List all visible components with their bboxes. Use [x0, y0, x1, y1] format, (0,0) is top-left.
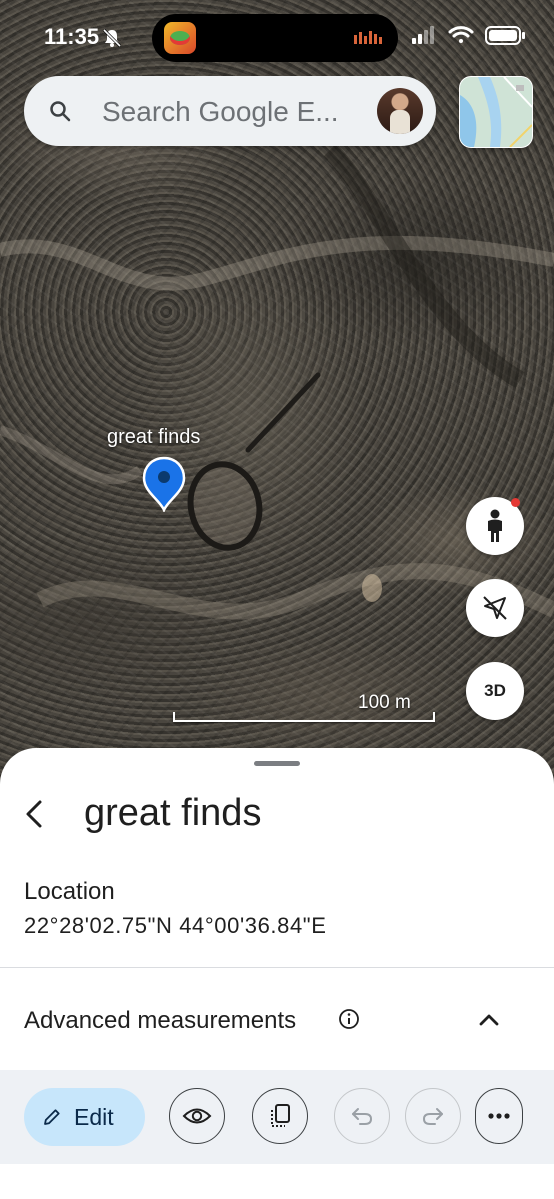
- placemark-details-sheet[interactable]: great finds Location 22°28'02.75"N 44°00…: [0, 748, 554, 1199]
- street-view-person-icon: [488, 509, 502, 542]
- dynamic-island[interactable]: [152, 14, 398, 62]
- search-bar[interactable]: Search Google E...: [24, 76, 436, 146]
- location-pin-icon[interactable]: [142, 456, 186, 512]
- back-arrow-icon[interactable]: [18, 794, 50, 834]
- signal-icon: [412, 26, 434, 44]
- street-view-button[interactable]: [466, 497, 524, 555]
- location-coordinates: 22°28'02.75"N 44°00'36.84"E: [24, 913, 327, 938]
- toggle-3d-button[interactable]: 3D: [466, 662, 524, 720]
- bell-slash-icon: [102, 28, 122, 48]
- edit-toolbar: Edit: [0, 1070, 554, 1164]
- map-layers-button[interactable]: [459, 76, 533, 148]
- undo-icon: [352, 1108, 373, 1125]
- redo-button[interactable]: [405, 1088, 461, 1144]
- edit-button[interactable]: Edit: [24, 1088, 145, 1146]
- status-bar: 11:35: [0, 0, 554, 70]
- search-input[interactable]: Search Google E...: [102, 96, 339, 128]
- undo-button[interactable]: [334, 1088, 390, 1144]
- map-thumbnail-icon: [460, 77, 532, 147]
- divider: [0, 967, 554, 968]
- avatar[interactable]: [377, 88, 423, 134]
- wifi-icon: [448, 26, 474, 43]
- sheet-drag-handle[interactable]: [254, 761, 300, 766]
- now-playing-app-icon: [164, 22, 196, 54]
- redo-icon: [422, 1108, 443, 1125]
- advanced-measurements-label[interactable]: Advanced measurements: [24, 1007, 296, 1035]
- chevron-up-icon[interactable]: [476, 1010, 502, 1030]
- clock: 11:35: [44, 24, 100, 49]
- compass-button[interactable]: [466, 579, 524, 637]
- more-icon: [488, 1113, 510, 1119]
- placemark-label[interactable]: great finds: [107, 426, 200, 449]
- location-label: Location: [24, 878, 115, 905]
- visibility-button[interactable]: [169, 1088, 225, 1144]
- more-options-button[interactable]: [475, 1088, 523, 1144]
- edit-button-label: Edit: [74, 1103, 114, 1130]
- compass-off-icon: [483, 596, 507, 620]
- info-icon[interactable]: [338, 1008, 360, 1030]
- scale-bar: [173, 712, 435, 722]
- search-icon: [50, 101, 71, 122]
- system-status-icons: [412, 26, 525, 45]
- copy-icon: [271, 1104, 290, 1127]
- audio-waveform-icon: [354, 31, 382, 44]
- duplicate-button[interactable]: [252, 1088, 308, 1144]
- scale-label: 100 m: [358, 692, 411, 713]
- placemark-title: great finds: [84, 792, 262, 834]
- battery-icon: [485, 26, 525, 45]
- eye-icon: [182, 1108, 212, 1124]
- pencil-icon: [44, 1109, 60, 1125]
- notification-dot: [511, 498, 520, 507]
